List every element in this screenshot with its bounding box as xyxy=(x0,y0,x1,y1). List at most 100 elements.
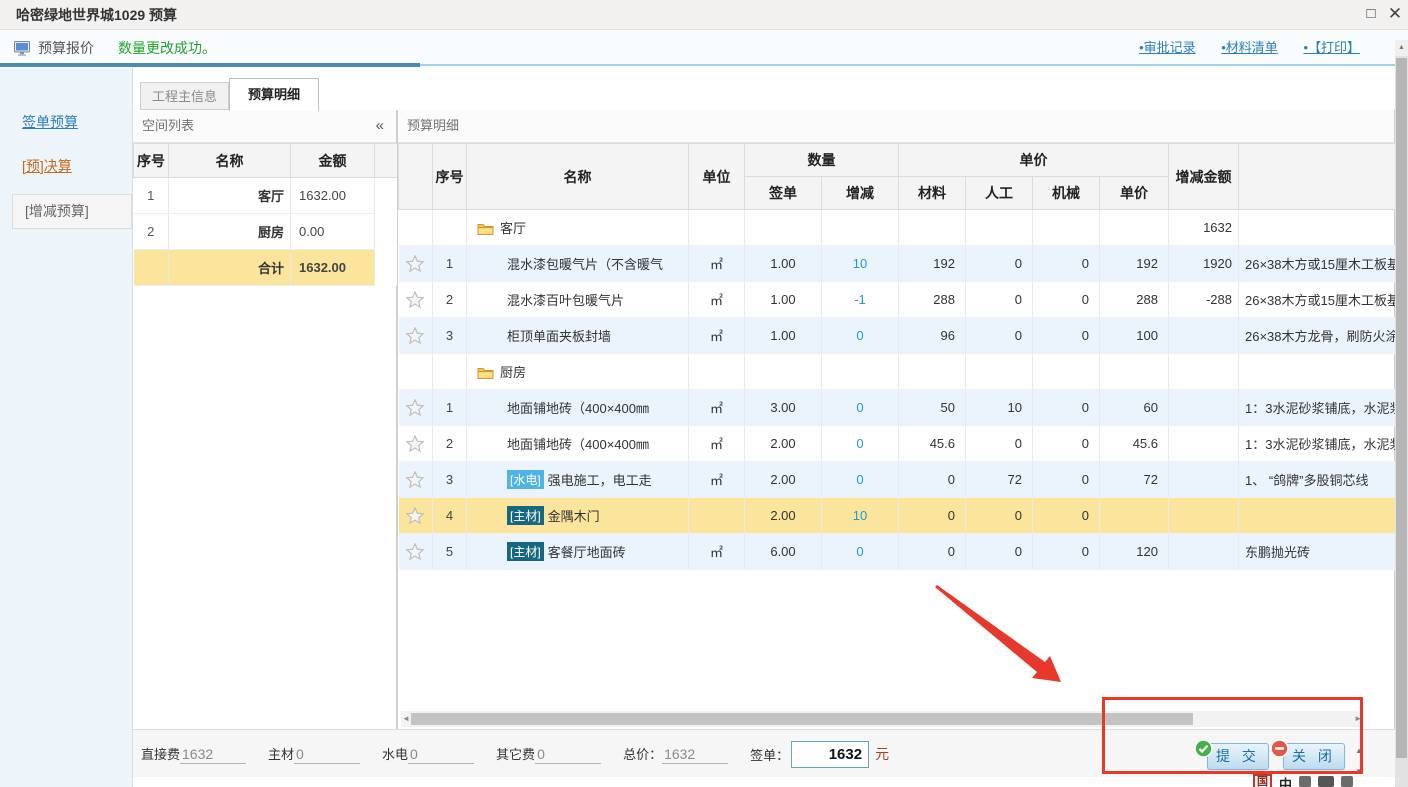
row-unit: ㎡ xyxy=(689,318,745,354)
detail-row[interactable]: 2地面铺地砖（400×400㎜㎡2.00045.60045.61：3水泥砂浆铺底… xyxy=(399,426,1396,462)
sidebar-item-change-budget[interactable]: [增减预算] xyxy=(12,194,132,229)
close-button[interactable]: 关 闭 xyxy=(1283,743,1345,770)
space-table: 序号 名称 金额 1客厅1632.002厨房0.00 合计 1632.00 xyxy=(133,143,398,286)
detail-col-machine: 机械 xyxy=(1033,177,1100,210)
row-qty-change[interactable]: 0 xyxy=(822,390,899,426)
detail-row[interactable]: 1地面铺地砖（400×400㎜㎡3.00050100601：3水泥砂浆铺底，水泥… xyxy=(399,390,1396,426)
ime-pointer-icon[interactable] xyxy=(1299,776,1311,787)
fee-value: 0 xyxy=(408,746,474,764)
link-material-list[interactable]: •材料清单 xyxy=(1221,40,1278,55)
detail-col-unit: 单位 xyxy=(689,144,745,210)
row-labor-price: 0 xyxy=(966,534,1033,570)
horizontal-scrollbar[interactable]: ◄ ► xyxy=(401,711,1363,727)
row-qty-sign: 2.00 xyxy=(745,426,822,462)
group-row[interactable]: 客厅1632 xyxy=(399,210,1396,246)
row-qty-change[interactable]: 0 xyxy=(822,426,899,462)
row-unit: ㎡ xyxy=(689,534,745,570)
row-labor-price: 0 xyxy=(966,498,1033,534)
ime-options-icon[interactable] xyxy=(1341,776,1353,787)
row-unit-price xyxy=(1100,498,1169,534)
scroll-up-icon[interactable]: ▲ xyxy=(1352,744,1366,757)
row-labor-price: 0 xyxy=(966,426,1033,462)
tab-budget-detail[interactable]: 预算明细 xyxy=(229,78,319,111)
close-window-button[interactable]: ✕ xyxy=(1384,3,1406,25)
scrollbar-up-button[interactable]: ▲ xyxy=(1395,40,1408,56)
space-row[interactable]: 2厨房0.00 xyxy=(134,214,398,250)
row-item-name: 柜顶单面夹板封墙 xyxy=(467,318,689,354)
space-table-header: 序号 名称 金额 xyxy=(134,144,398,178)
row-unit: ㎡ xyxy=(689,246,745,282)
row-material-price: 96 xyxy=(899,318,966,354)
row-change-amount xyxy=(1169,318,1239,354)
link-approval-record[interactable]: •审批记录 xyxy=(1139,40,1196,55)
row-remark: 26×38木方或15厘木工板基层 xyxy=(1239,282,1396,318)
maximize-button[interactable]: □ xyxy=(1360,3,1382,25)
fee-field: 其它费0 xyxy=(496,744,601,764)
detail-row[interactable]: 5[主材]客餐厅地面砖㎡6.000000120东鹏抛光砖 xyxy=(399,534,1396,570)
submit-button[interactable]: 提 交 xyxy=(1207,743,1269,770)
row-qty-change[interactable]: 10 xyxy=(822,498,899,534)
row-change-amount xyxy=(1169,462,1239,498)
scroll-left-arrow-icon[interactable]: ◄ xyxy=(402,713,410,725)
detail-row[interactable]: 3柜顶单面夹板封墙㎡1.000960010026×38木方龙骨，刷防火涂料 xyxy=(399,318,1396,354)
star-icon[interactable] xyxy=(406,255,424,270)
star-icon[interactable] xyxy=(406,435,424,450)
star-icon[interactable] xyxy=(406,507,424,522)
detail-col-remark xyxy=(1239,144,1396,210)
vertical-scrollbar-thumb[interactable] xyxy=(1396,58,1407,758)
space-list-panel: 空间列表 « 序号 名称 金额 1客厅1632.002厨房0.00 合计 163… xyxy=(133,110,397,729)
vertical-scrollbar[interactable]: ▲ xyxy=(1395,40,1408,787)
row-qty-change[interactable]: 0 xyxy=(822,318,899,354)
ime-bar[interactable]: 国 中 xyxy=(1253,774,1353,787)
fee-value: 1632 xyxy=(662,746,728,764)
detail-row[interactable]: 1混水漆包暖气片（不含暖气㎡1.001019200192192026×38木方或… xyxy=(399,246,1396,282)
star-icon[interactable] xyxy=(406,291,424,306)
ime-lang-icon[interactable]: 国 xyxy=(1253,774,1272,787)
star-icon[interactable] xyxy=(406,471,424,486)
status-message: 数量更改成功。 xyxy=(118,30,216,66)
scroll-right-arrow-icon[interactable]: ► xyxy=(1354,713,1362,725)
sidebar-item-sign-budget[interactable]: 签单预算 xyxy=(22,112,132,132)
row-unit xyxy=(689,498,745,534)
row-unit-price: 45.6 xyxy=(1100,426,1169,462)
detail-col-price-group: 单价 xyxy=(899,144,1169,177)
row-change-amount xyxy=(1169,498,1239,534)
collapse-panel-button[interactable]: « xyxy=(376,110,384,142)
tab-project-info[interactable]: 工程主信息 xyxy=(140,82,229,110)
star-icon[interactable] xyxy=(406,543,424,558)
row-qty-change[interactable]: 10 xyxy=(822,246,899,282)
mini-scrollbar[interactable]: ▲ ▼ xyxy=(1352,744,1366,778)
group-row[interactable]: 厨房 xyxy=(399,354,1396,390)
row-unit: ㎡ xyxy=(689,426,745,462)
row-machine-price: 0 xyxy=(1033,390,1100,426)
row-qty-change[interactable]: -1 xyxy=(822,282,899,318)
sidebar-item-pre-settlement[interactable]: [预]决算 xyxy=(22,156,132,176)
row-material-price: 288 xyxy=(899,282,966,318)
scroll-down-icon[interactable]: ▼ xyxy=(1352,765,1366,778)
space-panel-title: 空间列表 « xyxy=(133,110,396,143)
star-icon[interactable] xyxy=(406,399,424,414)
row-seq: 5 xyxy=(433,534,467,570)
fee-value: 0 xyxy=(535,746,601,764)
currency-unit-label: 元 xyxy=(875,744,889,764)
space-row[interactable]: 1客厅1632.00 xyxy=(134,178,398,214)
row-remark: 1：3水泥砂浆铺底，水泥浆结合 xyxy=(1239,426,1396,462)
row-qty-sign: 6.00 xyxy=(745,534,822,570)
detail-row[interactable]: 4[主材]金隅木门2.0010000 xyxy=(399,498,1396,534)
ime-keyboard-icon[interactable] xyxy=(1318,776,1334,787)
title-bar: 哈密绿地世界城1029 预算 □ ✕ xyxy=(0,0,1408,30)
star-icon[interactable] xyxy=(406,327,424,342)
row-unit: ㎡ xyxy=(689,462,745,498)
ime-mode-icon[interactable]: 中 xyxy=(1279,774,1292,787)
row-seq: 3 xyxy=(433,318,467,354)
detail-row[interactable]: 3[水电]强电施工，电工走㎡2.0000720721、 “鸽牌”多股铜芯线 xyxy=(399,462,1396,498)
row-remark: 26×38木方龙骨，刷防火涂料 xyxy=(1239,318,1396,354)
row-qty-change[interactable]: 0 xyxy=(822,534,899,570)
detail-col-qty-group: 数量 xyxy=(745,144,899,177)
row-qty-change[interactable]: 0 xyxy=(822,462,899,498)
detail-row[interactable]: 2混水漆百叶包暖气片㎡1.00-128800288-28826×38木方或15厘… xyxy=(399,282,1396,318)
horizontal-scrollbar-thumb[interactable] xyxy=(411,713,1193,725)
sign-total-input[interactable] xyxy=(791,741,869,768)
row-labor-price: 0 xyxy=(966,246,1033,282)
link-print[interactable]: •【打印】 xyxy=(1303,40,1360,55)
